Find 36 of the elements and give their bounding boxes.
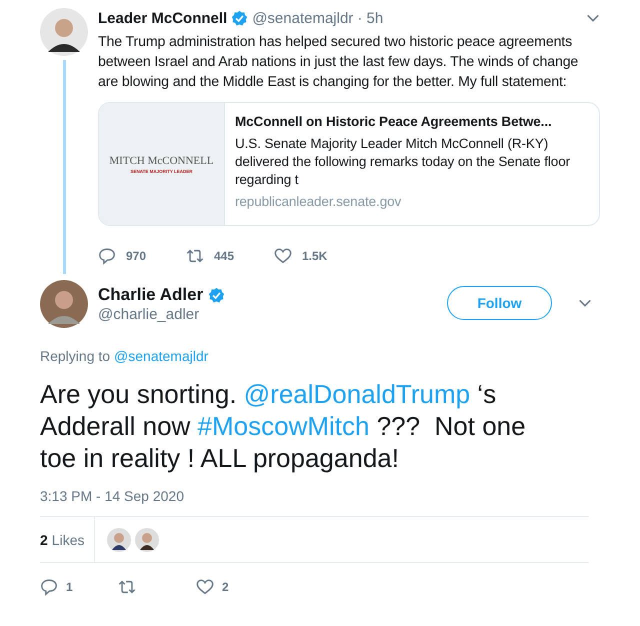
chevron-down-icon[interactable] — [586, 13, 600, 23]
link-card[interactable] — [98, 102, 600, 226]
action-count: 445 — [214, 249, 234, 263]
action-count: 2 — [222, 580, 229, 594]
likes-count[interactable]: 2 — [40, 532, 48, 548]
tweet-timestamp[interactable]: 3:13 PM - 14 Sep 2020 — [40, 488, 600, 504]
post-time: · 5h — [357, 10, 384, 26]
card-title: McConnell on Historic Peace Agreements Betwe... — [235, 113, 553, 131]
replying-label: Replying to — [40, 348, 110, 364]
retweet-icon[interactable] — [118, 578, 136, 596]
author-handle[interactable]: @charlie_adler — [98, 306, 226, 323]
retweet-icon[interactable] — [186, 247, 204, 265]
action-count: 970 — [126, 249, 146, 263]
heart-icon[interactable] — [196, 578, 214, 596]
reply-icon[interactable] — [40, 578, 58, 596]
tweet-text: Are you snorting. @realDonaldTrump ‘s Adderall now #MoscowMitch ??? Not one toe in reality ! ALL propaganda! — [40, 378, 527, 474]
tweet-link[interactable]: #MoscowMitch — [198, 411, 370, 441]
likes-label[interactable]: Likes — [52, 532, 84, 548]
action-count: 1 — [66, 580, 73, 594]
chevron-down-icon[interactable] — [578, 298, 592, 308]
tweet-link[interactable]: @realDonaldTrump — [244, 379, 470, 409]
author-name[interactable]: Leader McConnell — [98, 10, 228, 26]
mention-link[interactable]: @senatemajldr — [114, 348, 208, 364]
author-name[interactable]: Charlie Adler — [98, 284, 204, 306]
liker-avatar-icon[interactable] — [135, 528, 160, 552]
reply-icon[interactable] — [98, 247, 116, 265]
action-count: 1.5K — [302, 249, 328, 263]
card-description: U.S. Senate Majority Leader Mitch McConnell (R-KY) delivered the following remarks today on the Senate floor regarding t — [235, 135, 571, 189]
tweet-text: The Trump administration has helped secured two historic peace agreements between Israel and Arab nations in just the last few days. The winds of change are blowing and the Middle East is changing for the better. My full statement: — [98, 33, 580, 92]
card-domain: republicanleader.senate.gov — [235, 193, 402, 211]
liker-avatar-icon[interactable] — [107, 528, 132, 552]
thumbnail-title: MITCH McCONNELL — [109, 154, 214, 166]
author-handle[interactable]: @senatemajldr — [252, 10, 354, 26]
follow-button[interactable]: Follow — [447, 286, 552, 320]
heart-icon[interactable] — [274, 247, 292, 265]
avatar-icon[interactable] — [40, 8, 88, 56]
